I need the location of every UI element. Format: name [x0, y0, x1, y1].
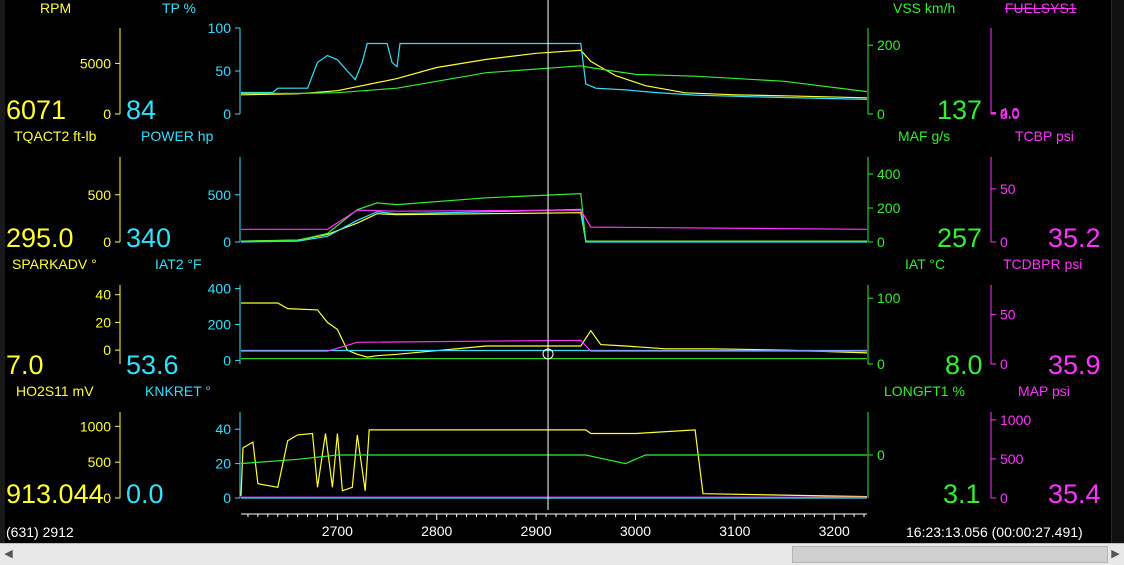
panel1-right-value: 137 [937, 95, 983, 125]
panel4-tick-label: 40 [215, 421, 231, 437]
x-tick-label: 3200 [819, 523, 850, 539]
panel1-mid-value: 84 [126, 95, 157, 125]
panel2-far-value: 35.2 [1048, 223, 1101, 253]
panel4-left-label: HO2S11 mV [16, 383, 94, 399]
panel4-mid-value: 0.0 [126, 479, 164, 509]
panel4-tick-label: 0 [103, 490, 111, 506]
panel3-right-value: 8.0 [945, 350, 983, 380]
data-logger-window: 5000 0 100 50 0 200 0 4.0 2.0 0.0 500 0 500 0 400 200 0 5… [0, 0, 1124, 565]
panel2-mid-value: 340 [126, 223, 172, 253]
panel4-tick-label: 0 [223, 490, 231, 506]
panel1-far-label: FUELSYS1 [1005, 0, 1077, 16]
panel1-tick-label: 100 [208, 20, 232, 36]
panel3-mid-label: IAT2 °F [155, 256, 202, 272]
panel2-mid-label: POWER hp [141, 128, 214, 144]
panel1-left-value: 6071 [6, 95, 67, 125]
panel3-tick-label: 0 [103, 342, 111, 358]
panel2-tick-label: 0 [223, 234, 231, 250]
panel2-tick-label: 200 [877, 200, 901, 216]
panel3-tick-label: 50 [1000, 307, 1016, 323]
panel3-tick-label: 20 [95, 314, 111, 330]
panel4-tick-label: 500 [1000, 451, 1024, 467]
timestamp-readout: 16:23:13.056 (00:00:27.491) [906, 524, 1083, 540]
series-ho2s11-mv [240, 429, 868, 498]
panel4-right-label: LONGFT1 % [884, 383, 965, 399]
panel1-tick-label: 5000 [80, 55, 111, 71]
panel4-tick-label: 0 [877, 447, 885, 463]
panel1-left-label: RPM [40, 0, 72, 16]
x-tick-label: 2700 [322, 523, 353, 539]
panel2-tick-label: 0 [877, 234, 885, 250]
vertical-scrollbar[interactable] [1111, 0, 1124, 543]
horizontal-scrollbar[interactable]: ◀ ▶ [0, 543, 1124, 565]
panel4-right-value: 3.1 [943, 479, 981, 509]
panel3-right-label: IAT °C [905, 256, 946, 272]
panel3-far-value: 35.9 [1048, 350, 1101, 380]
panel2-right-value: 257 [937, 223, 983, 253]
panel1-tick-label: 0.0 [1000, 106, 1020, 122]
x-tick-label: 3100 [719, 523, 750, 539]
panel2-tick-label: 50 [1000, 181, 1016, 197]
scroll-left-arrow-icon[interactable]: ◀ [0, 544, 17, 565]
panel4-tick-label: 1000 [1000, 412, 1031, 428]
x-tick-label: 2800 [421, 523, 452, 539]
panel3-tick-label: 0 [223, 352, 231, 368]
panel3-left-value: 7.0 [6, 350, 44, 380]
series-vss-km-h [241, 65, 868, 94]
panel4-left-value: 913.044 [6, 479, 104, 509]
panel2-far-label: TCBP psi [1015, 128, 1074, 144]
panel4-far-value: 35.4 [1048, 479, 1101, 509]
panel3-tick-label: 100 [877, 290, 901, 306]
x-tick-label: 3000 [620, 523, 651, 539]
panel1-mid-label: TP % [162, 0, 196, 16]
panel3-tick-label: 0 [877, 356, 885, 372]
panel2-tick-label: 500 [88, 187, 112, 203]
panel4-tick-label: 1000 [80, 418, 111, 434]
scroll-right-arrow-icon[interactable]: ▶ [1107, 544, 1124, 565]
x-tick-label: 2900 [521, 523, 552, 539]
panel3-tick-label: 40 [95, 287, 111, 303]
panel3-tick-label: 200 [208, 317, 232, 333]
panel1-right-label: VSS km/h [893, 0, 956, 16]
panel4-mid-label: KNKRET ° [145, 383, 212, 399]
panel2-right-label: MAF g/s [898, 128, 951, 144]
panel3-far-label: TCDBPR psi [1003, 256, 1083, 272]
panel3-tick-label: 0 [1000, 356, 1008, 372]
series-power-hp [240, 208, 867, 243]
panel2-tick-label: 0 [1000, 234, 1008, 250]
panel1-tick-label: 0 [223, 106, 231, 122]
panel1-tick-label: 200 [877, 37, 901, 53]
panel2-tick-label: 500 [208, 187, 232, 203]
panel4-tick-label: 0 [1000, 490, 1008, 506]
panel2-left-label: TQACT2 ft-lb [14, 128, 97, 144]
panel2-tick-label: 400 [877, 166, 901, 182]
scrollbar-thumb[interactable] [792, 546, 1108, 563]
series-rpm [240, 49, 868, 99]
panel3-left-label: SPARKADV ° [12, 256, 97, 272]
panel3-mid-value: 53.6 [126, 350, 179, 380]
series-maf-g-s [240, 192, 867, 242]
panel1-tick-label: 0 [103, 106, 111, 122]
panel2-tick-label: 0 [103, 234, 111, 250]
panel3-tick-label: 400 [208, 281, 232, 297]
panel1-tick-label: 0 [877, 106, 885, 122]
cursor-position-readout: (631) 2912 [6, 524, 74, 540]
panel1-tick-label: 50 [215, 63, 231, 79]
panel4-far-label: MAP psi [1018, 383, 1070, 399]
panel2-left-value: 295.0 [6, 223, 74, 253]
panel4-tick-label: 500 [88, 454, 112, 470]
panel4-tick-label: 20 [215, 456, 231, 472]
